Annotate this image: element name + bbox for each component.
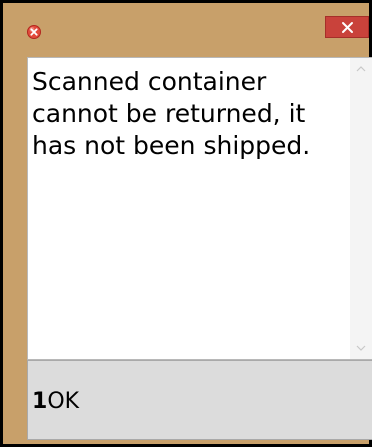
error-icon [27,24,41,39]
title-bar [3,3,369,41]
scroll-up-button[interactable] [350,58,372,80]
message-area: Scanned container cannot be returned, it… [27,57,372,360]
dialog-window: Scanned container cannot be returned, it… [0,0,372,447]
chevron-down-icon [356,345,366,351]
vertical-scrollbar[interactable] [350,58,372,359]
ok-button-text: OK [47,389,80,414]
message-text: Scanned container cannot be returned, it… [32,67,311,160]
ok-button-label: 1OK [32,389,79,414]
ok-button[interactable]: 1OK [27,360,372,440]
close-button[interactable] [325,16,369,38]
ok-button-number: 1 [32,389,48,414]
chevron-up-icon [356,66,366,72]
close-icon [342,22,353,33]
scroll-down-button[interactable] [350,337,372,359]
